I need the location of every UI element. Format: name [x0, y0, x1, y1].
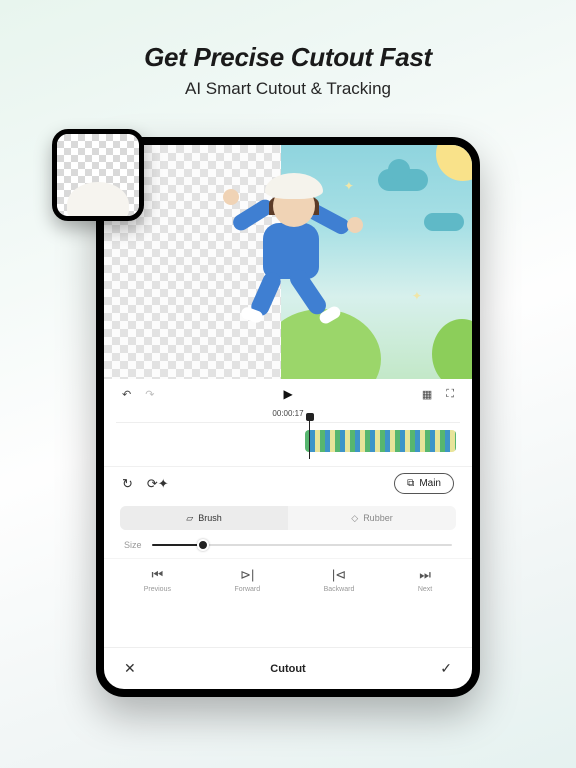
fullscreen-icon[interactable]: ⛶ [446, 388, 454, 401]
main-layer-pill[interactable]: ⧉ Main [394, 473, 454, 494]
eraser-icon: ◇ [351, 513, 358, 524]
redo-icon[interactable]: ↷ [145, 388, 154, 401]
sparkle-adjust-icon[interactable]: ⟳✦ [147, 476, 169, 492]
panel-title: Cutout [270, 663, 305, 675]
step-forward-icon: ⊳| [240, 567, 254, 583]
refresh-icon[interactable]: ↻ [122, 476, 133, 492]
nav-previous[interactable]: ⏮ Previous [144, 567, 171, 593]
canvas-preview[interactable]: ✦✦ [104, 145, 472, 379]
size-label: Size [124, 540, 142, 550]
nav-forward-label: Forward [234, 586, 260, 593]
hero-title: Get Precise Cutout Fast [144, 42, 432, 73]
tool-tabs: ▱ Brush ◇ Rubber [120, 506, 456, 530]
skip-forward-icon: ⏭ [419, 567, 431, 583]
brush-icon: ▱ [186, 513, 193, 524]
size-slider[interactable] [152, 544, 452, 546]
timestamp-label: 00:00:17 [116, 409, 460, 418]
nav-next-label: Next [418, 586, 432, 593]
nav-backward[interactable]: |⊲ Backward [324, 567, 355, 593]
main-pill-label: Main [419, 478, 441, 489]
close-button[interactable]: ✕ [124, 660, 136, 677]
confirm-button[interactable]: ✓ [440, 660, 452, 677]
timeline-track[interactable] [116, 422, 460, 458]
cutout-preview-thumb [52, 129, 144, 221]
tab-brush-label: Brush [198, 513, 222, 523]
undo-icon[interactable]: ↶ [122, 388, 131, 401]
hero-subtitle: AI Smart Cutout & Tracking [185, 79, 391, 99]
tab-rubber-label: Rubber [363, 513, 393, 523]
nav-next[interactable]: ⏭ Next [418, 567, 432, 593]
step-backward-icon: |⊲ [332, 567, 346, 583]
timeline-clip[interactable] [305, 430, 456, 452]
tab-brush[interactable]: ▱ Brush [120, 506, 288, 530]
nav-forward[interactable]: ⊳| Forward [234, 567, 260, 593]
nav-backward-label: Backward [324, 586, 355, 593]
tab-rubber[interactable]: ◇ Rubber [288, 506, 456, 530]
tablet-frame: ✦✦ ↶ ↷ ▶ ▦ ⛶ 00:00:17 [96, 137, 480, 697]
play-button[interactable]: ▶ [284, 387, 293, 401]
character-subject [203, 167, 373, 357]
skip-back-icon: ⏮ [152, 567, 164, 583]
nav-previous-label: Previous [144, 586, 171, 593]
playhead[interactable] [309, 417, 311, 459]
layers-icon: ⧉ [407, 478, 414, 489]
grid-icon[interactable]: ▦ [422, 388, 432, 401]
